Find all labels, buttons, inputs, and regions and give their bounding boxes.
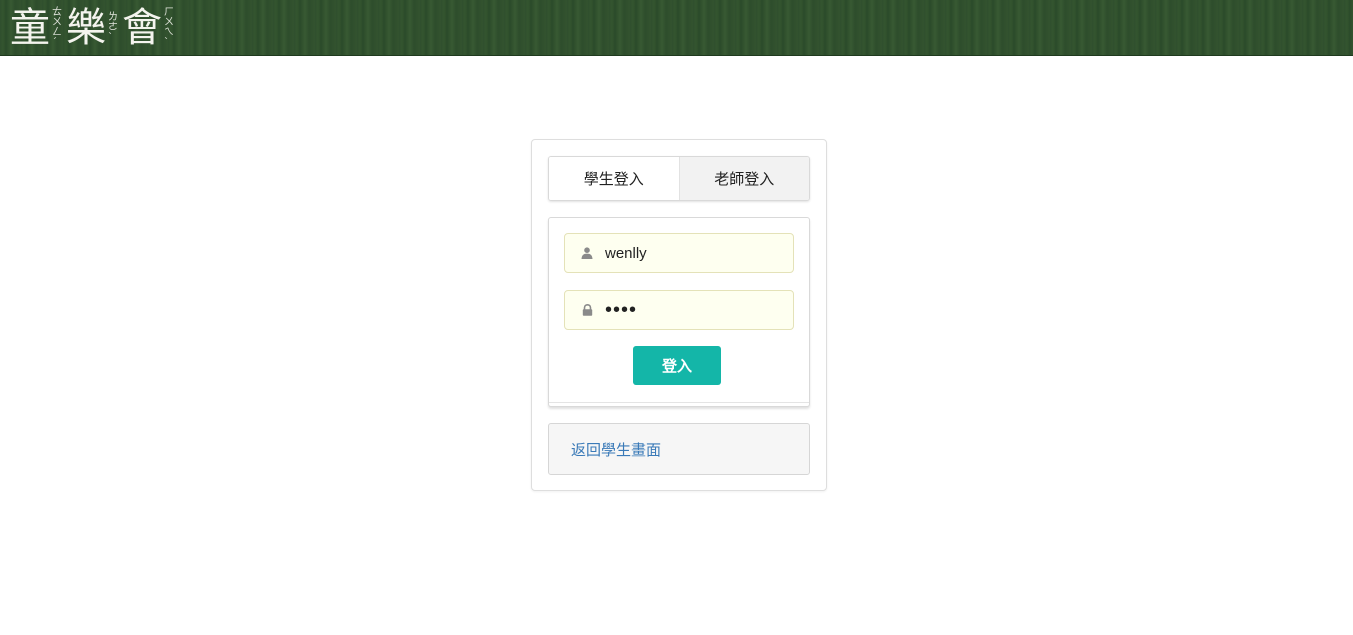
login-form: 登入 xyxy=(548,217,810,407)
tab-teacher-login[interactable]: 老師登入 xyxy=(678,157,809,200)
logo-zhuyin-3: ㄏㄨㄟˋ xyxy=(164,7,174,48)
login-panel: 學生登入 老師登入 登入 返回學生畫面 xyxy=(531,139,827,491)
password-input[interactable] xyxy=(605,295,785,325)
site-logo[interactable]: 童 ㄊㄨㄥˊ 樂 ㄌㄜˋ 會 ㄏㄨㄟˋ xyxy=(10,3,178,53)
logo-char-3: 會 xyxy=(122,5,162,51)
logo-char-2: 樂 xyxy=(66,5,106,51)
logo-zhuyin-1: ㄊㄨㄥˊ xyxy=(52,7,62,48)
top-header-bar: 童 ㄊㄨㄥˊ 樂 ㄌㄜˋ 會 ㄏㄨㄟˋ xyxy=(0,0,1353,56)
login-type-tabs: 學生登入 老師登入 xyxy=(548,156,810,201)
back-link-box: 返回學生畫面 xyxy=(548,423,810,475)
username-field xyxy=(564,233,794,273)
username-input[interactable] xyxy=(605,238,785,268)
back-to-student-link[interactable]: 返回學生畫面 xyxy=(571,439,661,460)
logo-zhuyin-2: ㄌㄜˋ xyxy=(108,12,118,43)
lock-icon xyxy=(579,304,595,316)
logo-char-1: 童 xyxy=(10,5,50,51)
user-icon xyxy=(579,247,595,259)
password-field xyxy=(564,290,794,330)
login-button[interactable]: 登入 xyxy=(633,346,721,385)
tab-student-login[interactable]: 學生登入 xyxy=(549,157,679,200)
